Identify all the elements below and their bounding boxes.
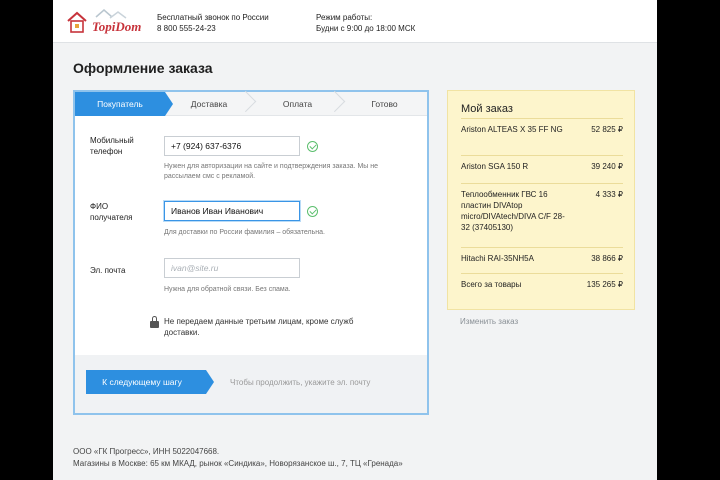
email-field-label: Эл. почта [90,266,126,275]
order-item-name: Ariston SGA 150 R [461,162,529,171]
order-item: Ariston ALTEAS X 35 FF NG 52 825 ₽ [461,118,623,155]
name-valid-check-icon [307,206,318,217]
logo[interactable]: TopiDom [66,7,141,37]
next-step-button[interactable]: К следующему шагу [86,370,214,394]
phone-valid-check-icon [307,141,318,152]
order-total: Всего за товары 135 265 ₽ [461,273,623,299]
email-hint: Нужна для обратной связи. Без спама. [164,286,291,293]
phone-hint: Нужен для авторизации на сайте и подтвер… [164,163,379,180]
lock-icon [150,316,159,328]
hours-value: Будни с 9:00 до 18:00 МСК [316,24,416,33]
order-item-price: 52 825 ₽ [591,125,623,134]
privacy-note: Не передаем данные третьим лицам, кроме … [164,317,354,337]
order-item: Теплообменник ГВС 16 пластин DIVAtop mic… [461,183,623,247]
hours-label: Режим работы: [316,13,373,22]
phone-label: Бесплатный звонок по России [157,13,269,22]
site-footer: ООО «ГК Прогресс», ИНН 5022047668. Магаз… [73,446,403,470]
site-header: TopiDom Бесплатный звонок по России 8 80… [53,0,657,43]
order-total-label: Всего за товары [461,280,522,289]
order-item-name: Ariston ALTEAS X 35 FF NG [461,125,563,134]
phone-number[interactable]: 8 800 555-24-23 [157,23,269,34]
order-title: Мой заказ [461,103,513,115]
order-total-value: 135 265 ₽ [586,280,623,289]
phone-input[interactable] [164,136,300,156]
order-item: Hitachi RAI-35NH5A 38 866 ₽ [461,247,623,273]
stores-info: Магазины в Москве: 65 км МКАД, рынок «Си… [73,459,403,468]
name-input[interactable] [164,201,300,221]
checkout-form-card: Покупатель Доставка Оплата Готово Мобиль… [73,90,429,415]
brand-name: TopiDom [92,19,142,34]
order-item: Ariston SGA 150 R 39 240 ₽ [461,155,623,183]
email-input[interactable] [164,258,300,278]
next-step-hint: Чтобы продолжить, укажите эл. почту [230,378,371,387]
step-payment[interactable]: Оплата [253,92,342,116]
order-item-name: Теплообменник ГВС 16 пластин DIVAtop mic… [461,190,565,232]
page-title: Оформление заказа [73,60,213,76]
order-summary: Мой заказ Ariston ALTEAS X 35 FF NG 52 8… [447,90,635,310]
form-footer: К следующему шагу Чтобы продолжить, укаж… [75,355,427,413]
change-order-link[interactable]: Изменить заказ [460,317,518,326]
order-item-price: 38 866 ₽ [591,254,623,263]
step-buyer[interactable]: Покупатель [75,92,173,116]
checkout-steps: Покупатель Доставка Оплата Готово [75,92,427,116]
step-delivery[interactable]: Доставка [165,92,253,116]
order-item-price: 4 333 ₽ [595,190,623,199]
step-done[interactable]: Готово [342,92,427,116]
phone-field-label: Мобильный телефон [90,136,134,156]
name-hint: Для доставки по России фамилия – обязате… [164,229,325,236]
company-info: ООО «ГК Прогресс», ИНН 5022047668. [73,447,220,456]
checkout-page: TopiDom Бесплатный звонок по России 8 80… [53,0,657,480]
hours-block: Режим работы: Будни с 9:00 до 18:00 МСК [316,12,415,34]
phone-block: Бесплатный звонок по России 8 800 555-24… [157,12,269,34]
order-item-price: 39 240 ₽ [591,162,623,171]
name-field-label: ФИО получателя [90,202,133,222]
order-item-name: Hitachi RAI-35NH5A [461,254,534,263]
